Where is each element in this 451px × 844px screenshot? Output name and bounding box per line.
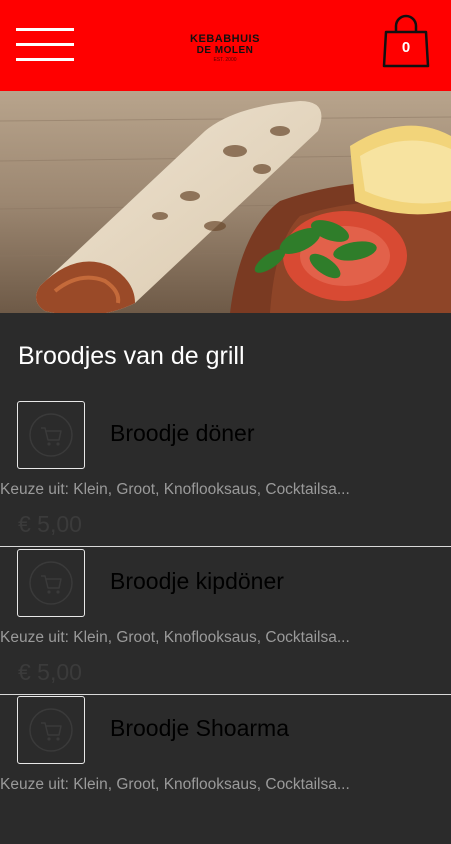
hero-photo (0, 91, 451, 313)
item-name: Broodje döner (110, 420, 255, 446)
menu-item[interactable]: Broodje döner Keuze uit: Klein, Groot, K… (0, 401, 451, 549)
logo-line-3: EST. 2000 (213, 57, 237, 63)
item-description: Keuze uit: Klein, Groot, Knoflooksaus, C… (0, 481, 350, 498)
divider (0, 694, 451, 695)
cart-icon (29, 708, 73, 752)
hamburger-line (16, 43, 74, 46)
cart-button[interactable]: 0 (381, 14, 431, 68)
hamburger-icon[interactable] (16, 28, 74, 62)
top-bar: KEBABHUIS DE MOLEN EST. 2000 0 (0, 0, 451, 91)
cart-icon (29, 413, 73, 457)
menu-item[interactable]: Broodje Shoarma Keuze uit: Klein, Groot,… (0, 696, 451, 844)
logo-line-2: DE MOLEN (196, 45, 254, 56)
add-to-cart-button[interactable] (17, 549, 85, 617)
item-description: Keuze uit: Klein, Groot, Knoflooksaus, C… (0, 776, 350, 793)
divider (0, 546, 451, 547)
add-to-cart-button[interactable] (17, 401, 85, 469)
item-price: € 5,00 (18, 659, 82, 685)
hamburger-line (16, 28, 74, 31)
cart-icon (29, 561, 73, 605)
hamburger-line (16, 58, 74, 61)
item-name: Broodje kipdöner (110, 568, 284, 594)
section-title: Broodjes van de grill (18, 342, 245, 370)
menu-item[interactable]: Broodje kipdöner Keuze uit: Klein, Groot… (0, 549, 451, 697)
cart-count: 0 (401, 39, 411, 56)
item-price: € 5,00 (18, 511, 82, 537)
logo-line-1: KEBABHUIS (190, 33, 260, 45)
logo[interactable]: KEBABHUIS DE MOLEN EST. 2000 (175, 33, 275, 77)
add-to-cart-button[interactable] (17, 696, 85, 764)
item-description: Keuze uit: Klein, Groot, Knoflooksaus, C… (0, 629, 350, 646)
hero-image (0, 91, 451, 313)
item-name: Broodje Shoarma (110, 715, 289, 741)
